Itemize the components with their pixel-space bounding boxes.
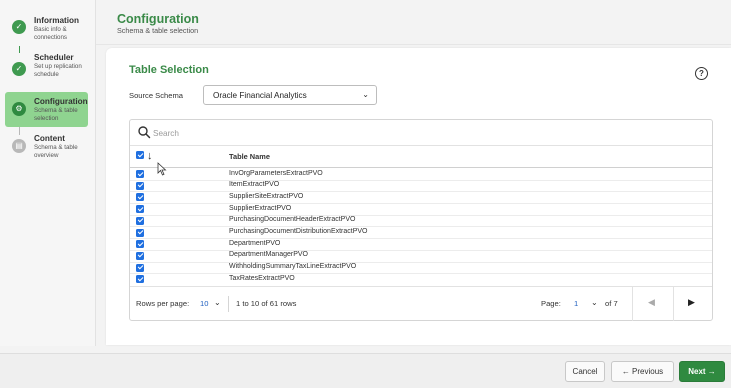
search-bar xyxy=(130,120,712,146)
chevron-down-icon[interactable]: ⌄ xyxy=(214,298,221,307)
step-content[interactable]: ▤ Content Schema & table overview xyxy=(5,131,88,163)
row-checkbox[interactable] xyxy=(136,205,144,214)
search-input[interactable] xyxy=(151,125,555,141)
select-all-checkbox[interactable] xyxy=(136,151,144,159)
header-divider xyxy=(96,44,731,45)
pagination-bar: Rows per page: 10 ⌄ 1 to 10 of 61 rows P… xyxy=(130,286,712,321)
row-checkbox[interactable] xyxy=(136,181,144,190)
check-icon: ✓ xyxy=(12,20,26,34)
chevron-down-icon: ⌄ xyxy=(362,90,369,99)
mouse-cursor-icon xyxy=(157,162,167,176)
chevron-down-icon[interactable]: ⌄ xyxy=(591,298,598,307)
page-subtitle: Schema & table selection xyxy=(117,26,199,35)
row-checkbox[interactable] xyxy=(136,170,144,178)
step-desc: Schema & table overview xyxy=(34,144,78,159)
wizard-stepper: ✓ Information Basic info & connections ✓… xyxy=(0,0,96,346)
row-checkbox[interactable] xyxy=(136,263,144,272)
step-desc: Schema & table selection xyxy=(34,107,78,122)
table-name-cell: InvOrgParametersExtractPVO xyxy=(229,169,323,177)
step-desc: Basic info & connections xyxy=(34,26,68,41)
page-title: Configuration xyxy=(117,12,199,26)
help-icon[interactable]: ? xyxy=(695,67,708,80)
step-title: Configuration xyxy=(34,97,88,106)
page-select[interactable]: 1 xyxy=(574,299,578,308)
step-scheduler[interactable]: ✓ Scheduler Set up replication schedule xyxy=(5,50,88,88)
row-checkbox[interactable] xyxy=(136,275,144,284)
step-title: Scheduler xyxy=(34,53,74,62)
rows-per-page-label: Rows per page: xyxy=(136,299,190,308)
column-header-table-name[interactable]: Table Name xyxy=(229,152,270,161)
check-icon: ✓ xyxy=(12,62,26,76)
step-title: Content xyxy=(34,134,65,143)
source-schema-label: Source Schema xyxy=(129,91,184,100)
sort-arrow-down-icon[interactable]: ↓ xyxy=(147,150,153,162)
table-name-cell: PurchasingDocumentHeaderExtractPVO xyxy=(229,216,356,224)
step-information[interactable]: ✓ Information Basic info & connections xyxy=(5,11,88,45)
table-icon: ▤ xyxy=(12,139,26,153)
page-count-text: of 7 xyxy=(605,299,618,308)
table-name-cell: PurchasingDocumentDistributionExtractPVO xyxy=(229,228,368,235)
table-name-cell: DepartmentManagerPVO xyxy=(229,251,308,259)
step-configuration[interactable]: ⚙ Configuration Schema & table selection xyxy=(5,92,88,127)
table-name-cell: WithholdingSummaryTaxLineExtractPVO xyxy=(229,263,357,271)
divider xyxy=(228,296,229,312)
search-icon xyxy=(138,126,151,139)
section-title: Table Selection xyxy=(129,64,209,76)
cancel-button[interactable]: Cancel xyxy=(565,361,605,382)
source-schema-select[interactable]: Oracle Financial Analytics ⌄ xyxy=(203,85,377,105)
next-button[interactable]: Next → xyxy=(679,361,725,382)
prev-page-icon[interactable]: ◀ xyxy=(648,297,655,308)
row-checkbox[interactable] xyxy=(136,216,144,225)
table-name-cell: TaxRatesExtractPVO xyxy=(229,274,295,282)
row-checkbox[interactable] xyxy=(136,193,144,202)
step-desc: Set up replication schedule xyxy=(34,63,82,78)
step-title: Information xyxy=(34,16,80,25)
gear-icon: ⚙ xyxy=(12,102,26,116)
table-row[interactable]: TaxRatesExtractPVO xyxy=(130,273,712,285)
previous-button[interactable]: ← Previous xyxy=(611,361,674,382)
table-name-cell: SupplierExtractPVO xyxy=(229,204,292,212)
divider xyxy=(632,287,633,321)
table-header-row: ↓ Table Name xyxy=(130,146,712,168)
table-name-cell: SupplierSiteExtractPVO xyxy=(229,192,304,200)
table-panel: ↓ Table Name InvOrgParametersExtractPVO … xyxy=(129,119,713,321)
row-range-text: 1 to 10 of 61 rows xyxy=(236,299,297,308)
row-checkbox[interactable] xyxy=(136,228,144,237)
next-page-icon[interactable]: ▶ xyxy=(688,297,695,308)
rows-per-page-select[interactable]: 10 xyxy=(200,299,208,308)
divider xyxy=(673,287,674,321)
page-label: Page: xyxy=(541,299,561,308)
table-name-cell: DepartmentPVO xyxy=(229,239,281,247)
row-checkbox[interactable] xyxy=(136,240,144,249)
table-name-cell: ItemExtractPVO xyxy=(229,181,280,189)
row-checkbox[interactable] xyxy=(136,251,144,260)
source-schema-value: Oracle Financial Analytics xyxy=(213,91,307,100)
